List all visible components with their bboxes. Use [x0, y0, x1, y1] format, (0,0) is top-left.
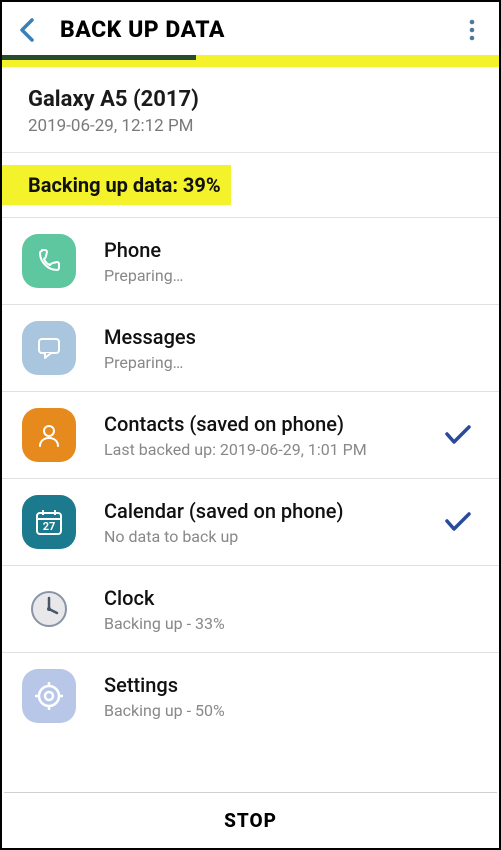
check-icon	[443, 511, 473, 533]
list-item-settings[interactable]: Settings Backing up - 50%	[2, 653, 499, 739]
svg-text:27: 27	[43, 520, 56, 533]
settings-icon	[22, 669, 76, 723]
phone-icon	[22, 234, 76, 288]
messages-icon	[22, 321, 76, 375]
item-sub: No data to back up	[104, 527, 435, 546]
device-name: Galaxy A5 (2017)	[28, 87, 473, 112]
contacts-icon	[22, 408, 76, 462]
item-title: Clock	[104, 586, 479, 610]
item-sub: Backing up - 33%	[104, 614, 479, 633]
list-item-clock[interactable]: Clock Backing up - 33%	[2, 566, 499, 653]
check-icon	[443, 424, 473, 446]
list-item-phone[interactable]: Phone Preparing…	[2, 218, 499, 305]
item-title: Calendar (saved on phone)	[104, 499, 435, 523]
item-title: Settings	[104, 673, 479, 697]
item-sub: Preparing…	[104, 353, 479, 372]
progress-bar	[2, 55, 499, 67]
status-badge: Backing up data: 39%	[2, 165, 231, 205]
item-title: Phone	[104, 238, 479, 262]
status-row: Backing up data: 39%	[2, 153, 499, 217]
app-header: BACK UP DATA	[2, 2, 499, 55]
list-item-contacts[interactable]: Contacts (saved on phone) Last backed up…	[2, 392, 499, 479]
item-title: Contacts (saved on phone)	[104, 412, 435, 436]
list-item-calendar[interactable]: 27 Calendar (saved on phone) No data to …	[2, 479, 499, 566]
backup-list: Phone Preparing… Messages Preparing… Con…	[2, 217, 499, 739]
footer-bar: STOP	[4, 792, 497, 848]
list-item-messages[interactable]: Messages Preparing…	[2, 305, 499, 392]
item-sub: Preparing…	[104, 266, 479, 285]
more-options-icon[interactable]	[469, 19, 483, 41]
device-info: Galaxy A5 (2017) 2019-06-29, 12:12 PM	[2, 67, 499, 152]
item-sub: Last backed up: 2019-06-29, 1:01 PM	[104, 440, 435, 459]
stop-button[interactable]: STOP	[224, 809, 277, 832]
progress-fill	[2, 55, 196, 60]
clock-icon	[22, 582, 76, 636]
item-title: Messages	[104, 325, 479, 349]
item-sub: Backing up - 50%	[104, 701, 479, 720]
back-icon[interactable]	[18, 17, 36, 43]
device-timestamp: 2019-06-29, 12:12 PM	[28, 116, 473, 136]
calendar-icon: 27	[22, 495, 76, 549]
page-title: BACK UP DATA	[60, 16, 469, 43]
